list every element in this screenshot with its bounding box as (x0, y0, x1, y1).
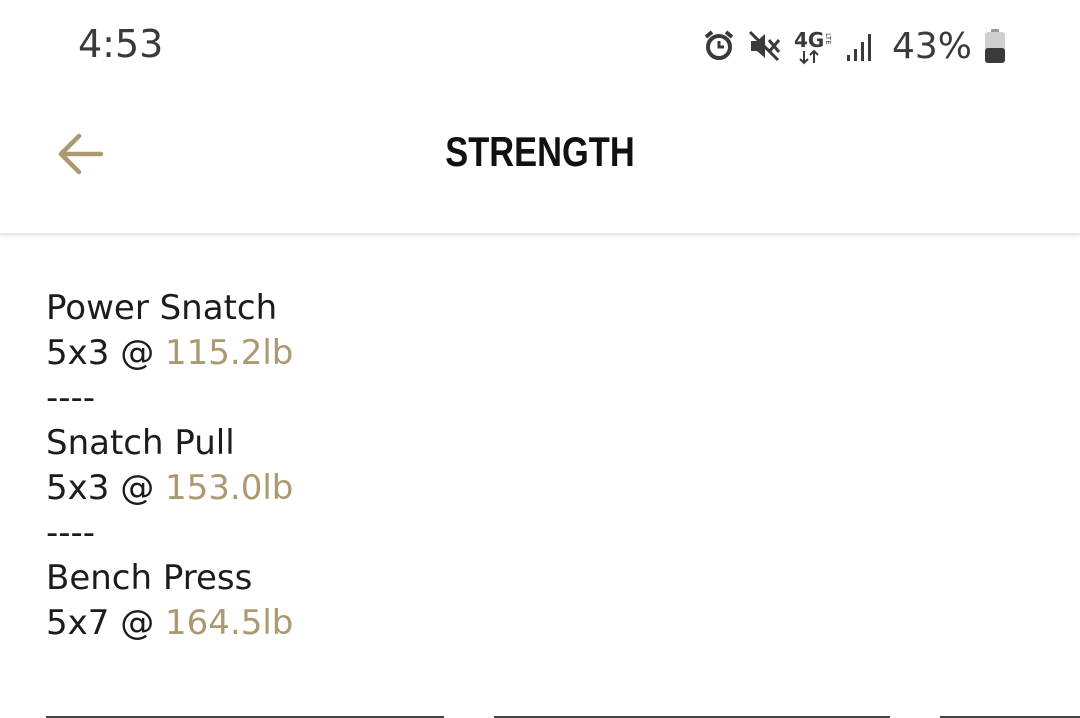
exercise-weight: 153.0lb (165, 468, 294, 508)
exercise-name: Snatch Pull (46, 423, 235, 463)
exercise-scheme-row: 5x3 @ 153.0lb (46, 466, 1036, 511)
separator: ---- (46, 513, 96, 553)
exercise-name: Bench Press (46, 558, 253, 598)
separator: ---- (46, 378, 96, 418)
svg-text:LTE: LTE (824, 33, 832, 45)
status-time: 4:53 (78, 22, 164, 66)
app-bar: STRENGTH (0, 92, 1080, 235)
exercise-scheme: 5x3 @ (46, 468, 165, 508)
svg-text:4G: 4G (794, 28, 824, 52)
exercise-scheme: 5x7 @ (46, 603, 165, 643)
exercise-weight: 115.2lb (165, 333, 294, 373)
exercise-weight: 164.5lb (165, 603, 294, 643)
battery-percent: 43% (891, 25, 972, 67)
status-bar: 4:53 4G LTE 43% (0, 0, 1080, 92)
exercise-scheme-row: 5x7 @ 164.5lb (46, 601, 1036, 646)
exercise-name: Power Snatch (46, 288, 278, 328)
mute-icon (748, 29, 782, 63)
4g-lte-icon: 4G LTE (794, 27, 834, 65)
status-icons: 4G LTE 43% (702, 22, 1006, 70)
page-title: STRENGTH (445, 128, 635, 175)
exercise-scheme-row: 5x3 @ 115.2lb (46, 331, 1036, 376)
workout-content: Power Snatch 5x3 @ 115.2lb ---- Snatch P… (46, 286, 1036, 646)
signal-icon (846, 29, 876, 63)
exercise-scheme: 5x3 @ (46, 333, 165, 373)
alarm-icon (702, 29, 736, 63)
battery-icon (984, 28, 1006, 64)
